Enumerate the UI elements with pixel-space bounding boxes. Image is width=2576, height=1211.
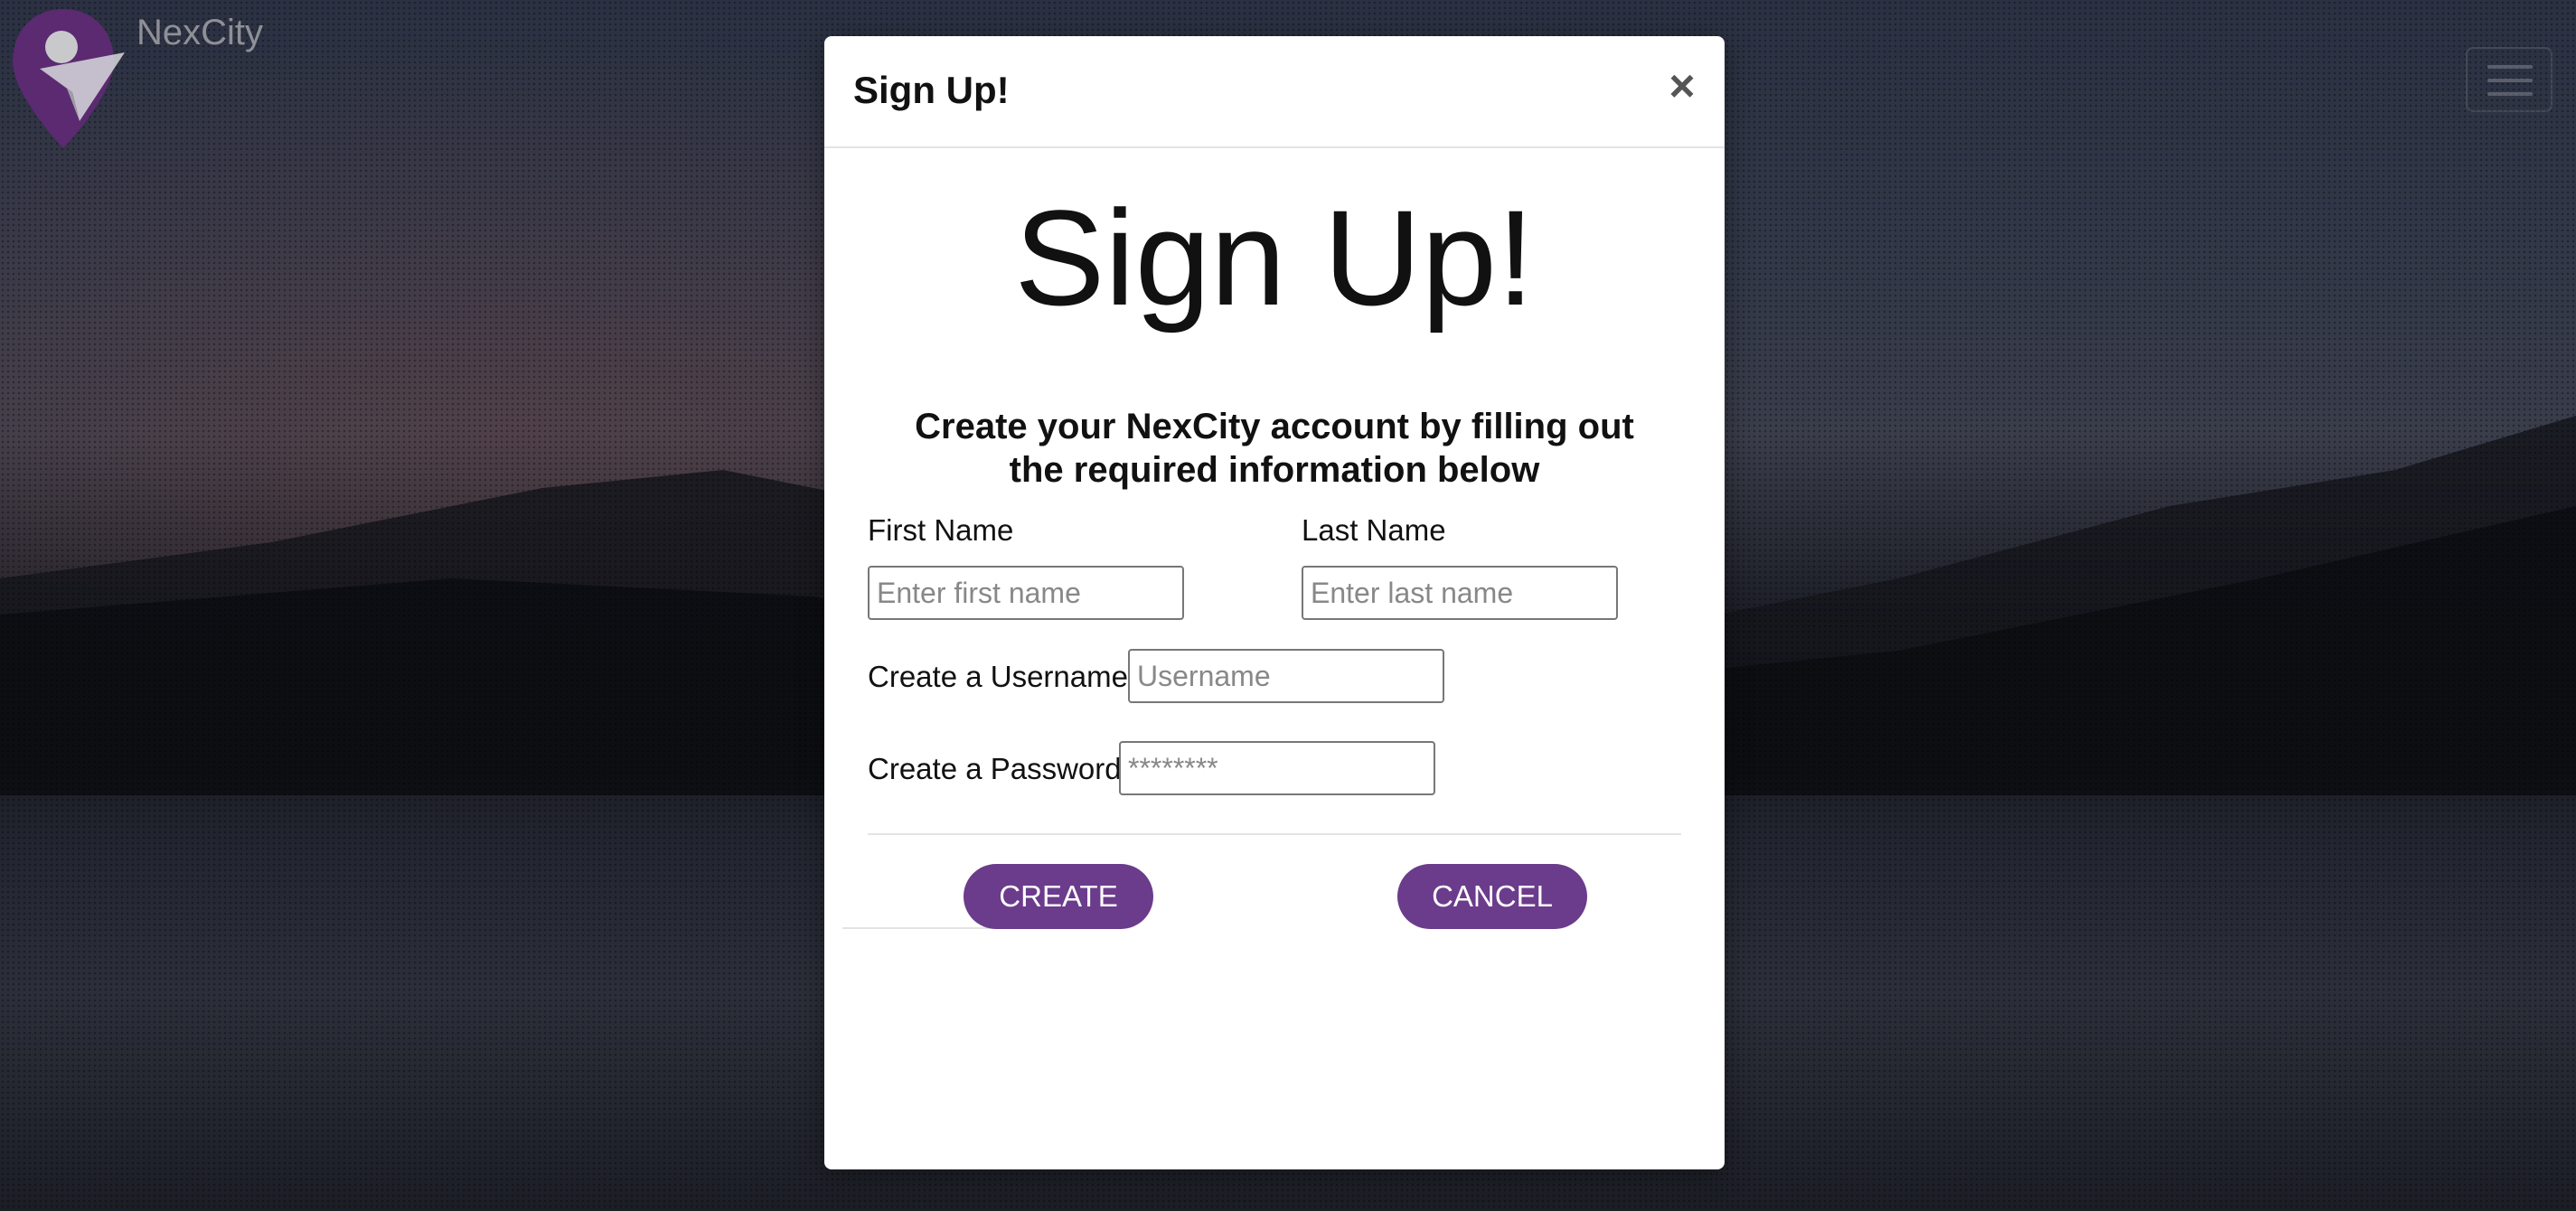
first-name-label: First Name xyxy=(868,513,1014,547)
footer-divider xyxy=(842,927,1005,929)
menu-icon-bar xyxy=(2487,79,2533,82)
nexcity-logo-icon[interactable] xyxy=(9,5,127,150)
signup-modal: Sign Up! × Sign Up! Create your NexCity … xyxy=(824,36,1725,1169)
signup-instructions: Create your NexCity account by filling o… xyxy=(915,407,1634,490)
form-divider xyxy=(868,833,1681,835)
password-label: Create a Password xyxy=(868,752,1122,785)
password-input[interactable] xyxy=(1119,741,1435,795)
modal-title: Sign Up! xyxy=(853,69,1010,111)
menu-icon-bar xyxy=(2487,65,2533,69)
cancel-button[interactable]: CANCEL xyxy=(1397,864,1587,929)
close-icon[interactable]: × xyxy=(1659,63,1705,108)
modal-header: Sign Up! × xyxy=(824,36,1725,148)
brand-name[interactable]: NexCity xyxy=(136,13,263,53)
username-label: Create a Username xyxy=(868,660,1128,693)
hero-title: Sign Up! xyxy=(1014,182,1535,333)
username-input[interactable] xyxy=(1128,649,1444,703)
last-name-label: Last Name xyxy=(1302,513,1446,547)
menu-icon-bar xyxy=(2487,92,2533,96)
menu-toggle-button[interactable] xyxy=(2466,47,2552,112)
create-button[interactable]: CREATE xyxy=(964,864,1153,929)
first-name-input[interactable] xyxy=(868,566,1184,620)
last-name-input[interactable] xyxy=(1302,566,1618,620)
